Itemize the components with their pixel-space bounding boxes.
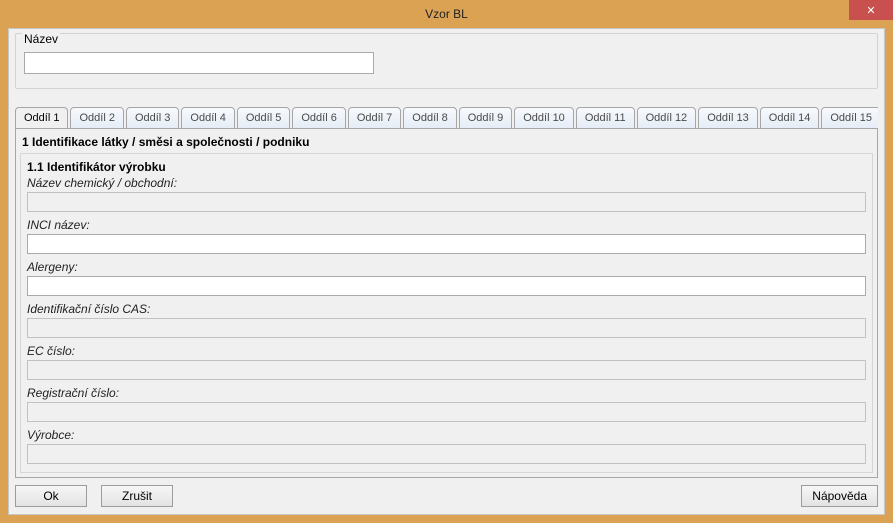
name-input[interactable] [24, 52, 374, 74]
close-icon: ✕ [866, 4, 875, 17]
input-inci[interactable] [27, 234, 866, 254]
name-label: Název [22, 32, 60, 46]
label-inci: INCI název: [27, 218, 866, 232]
window-title: Vzor BL [425, 7, 468, 21]
tab-oddil-10[interactable]: Oddíl 10 [514, 107, 574, 129]
tab-oddil-2[interactable]: Oddíl 2 [70, 107, 123, 129]
titlebar: Vzor BL ✕ [0, 0, 893, 28]
label-ec: EC číslo: [27, 344, 866, 358]
input-mfr[interactable] [27, 444, 866, 464]
label-cas: Identifikační číslo CAS: [27, 302, 866, 316]
input-cas[interactable] [27, 318, 866, 338]
label-alergens: Alergeny: [27, 260, 866, 274]
input-chem-name[interactable] [27, 192, 866, 212]
label-chem-name: Název chemický / obchodní: [27, 176, 866, 190]
client-area: Název Oddíl 1 Oddíl 2 Oddíl 3 Oddíl 4 Od… [8, 28, 885, 515]
tabstrip: Oddíl 1 Oddíl 2 Oddíl 3 Oddíl 4 Oddíl 5 … [15, 105, 878, 129]
tab-oddil-5[interactable]: Oddíl 5 [237, 107, 290, 129]
tab-oddil-3[interactable]: Oddíl 3 [126, 107, 179, 129]
form-scroll[interactable]: 1.1 Identifikátor výrobku Název chemický… [20, 153, 873, 473]
input-ec[interactable] [27, 360, 866, 380]
tab-oddil-1[interactable]: Oddíl 1 [15, 107, 68, 129]
footer-left: Ok Zrušit [15, 485, 173, 507]
footer: Ok Zrušit Nápověda [15, 484, 878, 508]
tab-oddil-7[interactable]: Oddíl 7 [348, 107, 401, 129]
tab-oddil-4[interactable]: Oddíl 4 [181, 107, 234, 129]
tab-oddil-8[interactable]: Oddíl 8 [403, 107, 456, 129]
tab-oddil-9[interactable]: Oddíl 9 [459, 107, 512, 129]
name-group: Název [15, 33, 878, 89]
section-title: 1 Identifikace látky / směsi a společnos… [16, 129, 877, 151]
input-reg[interactable] [27, 402, 866, 422]
tab-oddil-15[interactable]: Oddíl 15 [821, 107, 878, 129]
tab-oddil-12[interactable]: Oddíl 12 [637, 107, 697, 129]
cancel-button[interactable]: Zrušit [101, 485, 173, 507]
close-button[interactable]: ✕ [849, 0, 893, 20]
tab-oddil-11[interactable]: Oddíl 11 [576, 107, 635, 129]
tab-oddil-6[interactable]: Oddíl 6 [292, 107, 345, 129]
input-alergens[interactable] [27, 276, 866, 296]
tab-oddil-13[interactable]: Oddíl 13 [698, 107, 758, 129]
label-reg: Registrační číslo: [27, 386, 866, 400]
label-mfr: Výrobce: [27, 428, 866, 442]
tab-body: 1 Identifikace látky / směsi a společnos… [15, 129, 878, 478]
tab-oddil-14[interactable]: Oddíl 14 [760, 107, 820, 129]
window: Vzor BL ✕ Název Oddíl 1 Oddíl 2 Oddíl 3 … [0, 0, 893, 523]
subsection-1-1: 1.1 Identifikátor výrobku [27, 160, 866, 174]
help-button[interactable]: Nápověda [801, 485, 878, 507]
ok-button[interactable]: Ok [15, 485, 87, 507]
